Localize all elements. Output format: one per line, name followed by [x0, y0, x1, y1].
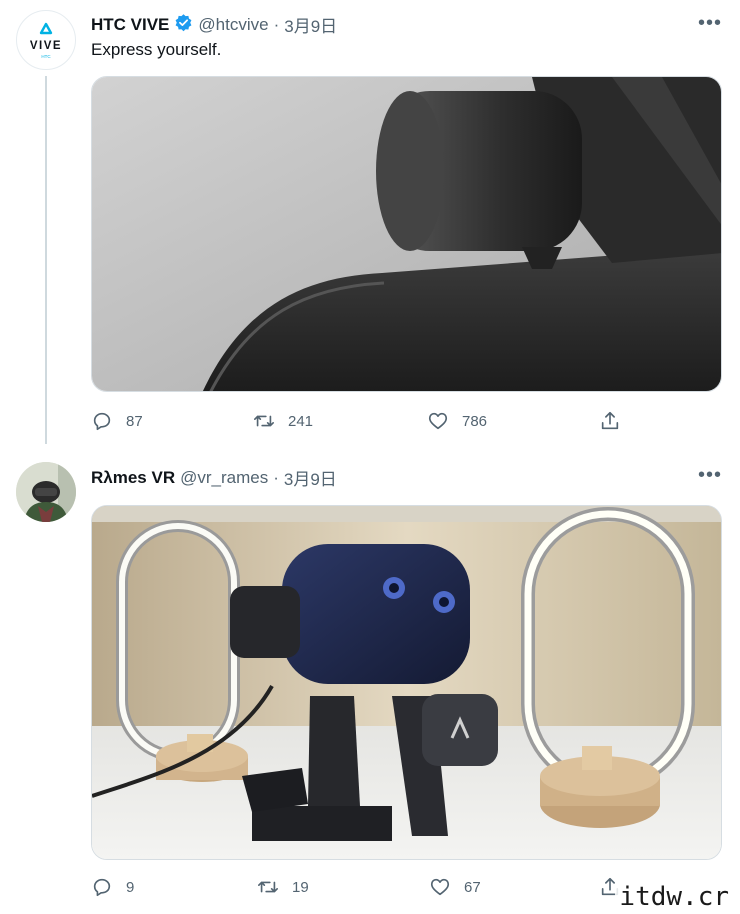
avatar-logo-text: VIVE: [30, 40, 62, 52]
watermark: itdw.cr: [615, 882, 733, 912]
avatar[interactable]: VIVE HTC: [16, 10, 76, 70]
retweet-button[interactable]: 19: [257, 876, 309, 898]
tweet-actions: 87 241 786: [91, 410, 631, 434]
reply-count: 87: [126, 412, 143, 430]
tweet-actions: 9 19 67: [91, 876, 631, 900]
thread-line: [45, 76, 47, 444]
like-button[interactable]: 786: [427, 410, 487, 432]
avatar[interactable]: [16, 462, 76, 522]
retweet-count: 241: [288, 412, 314, 430]
share-icon: [601, 411, 619, 430]
verified-badge-icon: [174, 13, 193, 37]
tweet-header: Rλmes VR @vr_rames · 3月9日: [91, 465, 337, 490]
tweet-image-headset-closeup[interactable]: [91, 76, 722, 392]
heart-icon: [428, 412, 448, 430]
user-handle[interactable]: @vr_rames: [180, 468, 268, 488]
retweet-button[interactable]: 241: [253, 410, 313, 432]
more-options-icon[interactable]: •••: [698, 12, 722, 35]
avatar-logo-subtext: HTC: [41, 54, 51, 59]
more-options-icon[interactable]: •••: [698, 464, 722, 487]
retweet-icon: [254, 415, 274, 427]
retweet-count: 19: [292, 878, 309, 896]
share-button[interactable]: [599, 410, 621, 432]
tweet-image-headset-on-stand[interactable]: [91, 505, 722, 860]
reply-button[interactable]: 9: [91, 876, 134, 898]
reply-button[interactable]: 87: [91, 410, 143, 432]
like-count: 786: [462, 412, 488, 430]
like-button[interactable]: 67: [429, 876, 481, 898]
tweet-date[interactable]: 3月9日: [284, 465, 337, 490]
heart-icon: [430, 878, 450, 896]
tweet-htc-vive[interactable]: VIVE HTC HTC VIVE @htcvive · 3月9日 ••• Ex…: [0, 0, 740, 450]
tweet-text: Express yourself.: [91, 40, 222, 59]
reply-count: 9: [126, 878, 135, 896]
tweet-rames-vr[interactable]: Rλmes VR @vr_rames · 3月9日 ••• 9 19 67: [0, 450, 740, 914]
tweet-header: HTC VIVE @htcvive · 3月9日: [91, 12, 337, 37]
separator-dot: ·: [273, 14, 280, 34]
display-name[interactable]: HTC VIVE: [91, 15, 169, 35]
separator-dot: ·: [273, 467, 279, 487]
like-count: 67: [464, 878, 481, 896]
reply-icon: [93, 412, 111, 431]
retweet-icon: [258, 881, 278, 893]
display-name[interactable]: Rλmes VR: [91, 468, 175, 488]
tweet-date[interactable]: 3月9日: [284, 12, 337, 37]
user-handle[interactable]: @htcvive: [198, 15, 268, 35]
reply-icon: [93, 878, 111, 897]
